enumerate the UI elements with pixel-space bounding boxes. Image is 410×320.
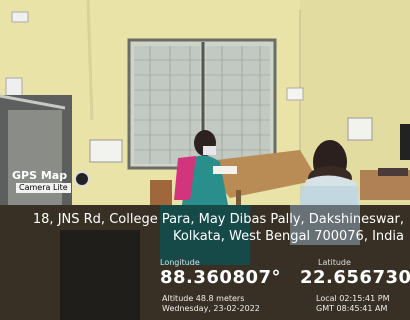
local-time-text: Local 02:15:41 PM: [316, 294, 390, 303]
longitude-label: Longitude: [160, 258, 200, 267]
gmt-time-text: GMT 08:45:41 AM: [316, 304, 388, 313]
location-overlay: 18, JNS Rd, College Para, May Dibas Pall…: [0, 205, 410, 320]
altitude-text: Altitude 48.8 meters: [162, 294, 245, 303]
watermark-subtitle: Camera Lite: [16, 183, 71, 193]
longitude-value: 88.360807°: [160, 267, 282, 288]
latitude-label: Latitude: [318, 258, 351, 267]
latitude-value: 22.656730°: [300, 267, 410, 288]
date-text: Wednesday, 23-02-2022: [162, 304, 260, 313]
address-text: 18, JNS Rd, College Para, May Dibas Pall…: [32, 212, 404, 244]
geotagged-photo: GPS Map Camera Lite 18, JNS Rd, College …: [0, 0, 410, 320]
gps-map-camera-watermark: GPS Map Camera Lite: [10, 168, 96, 194]
camera-logo-icon: [74, 171, 90, 187]
watermark-title: GPS Map: [12, 169, 68, 182]
